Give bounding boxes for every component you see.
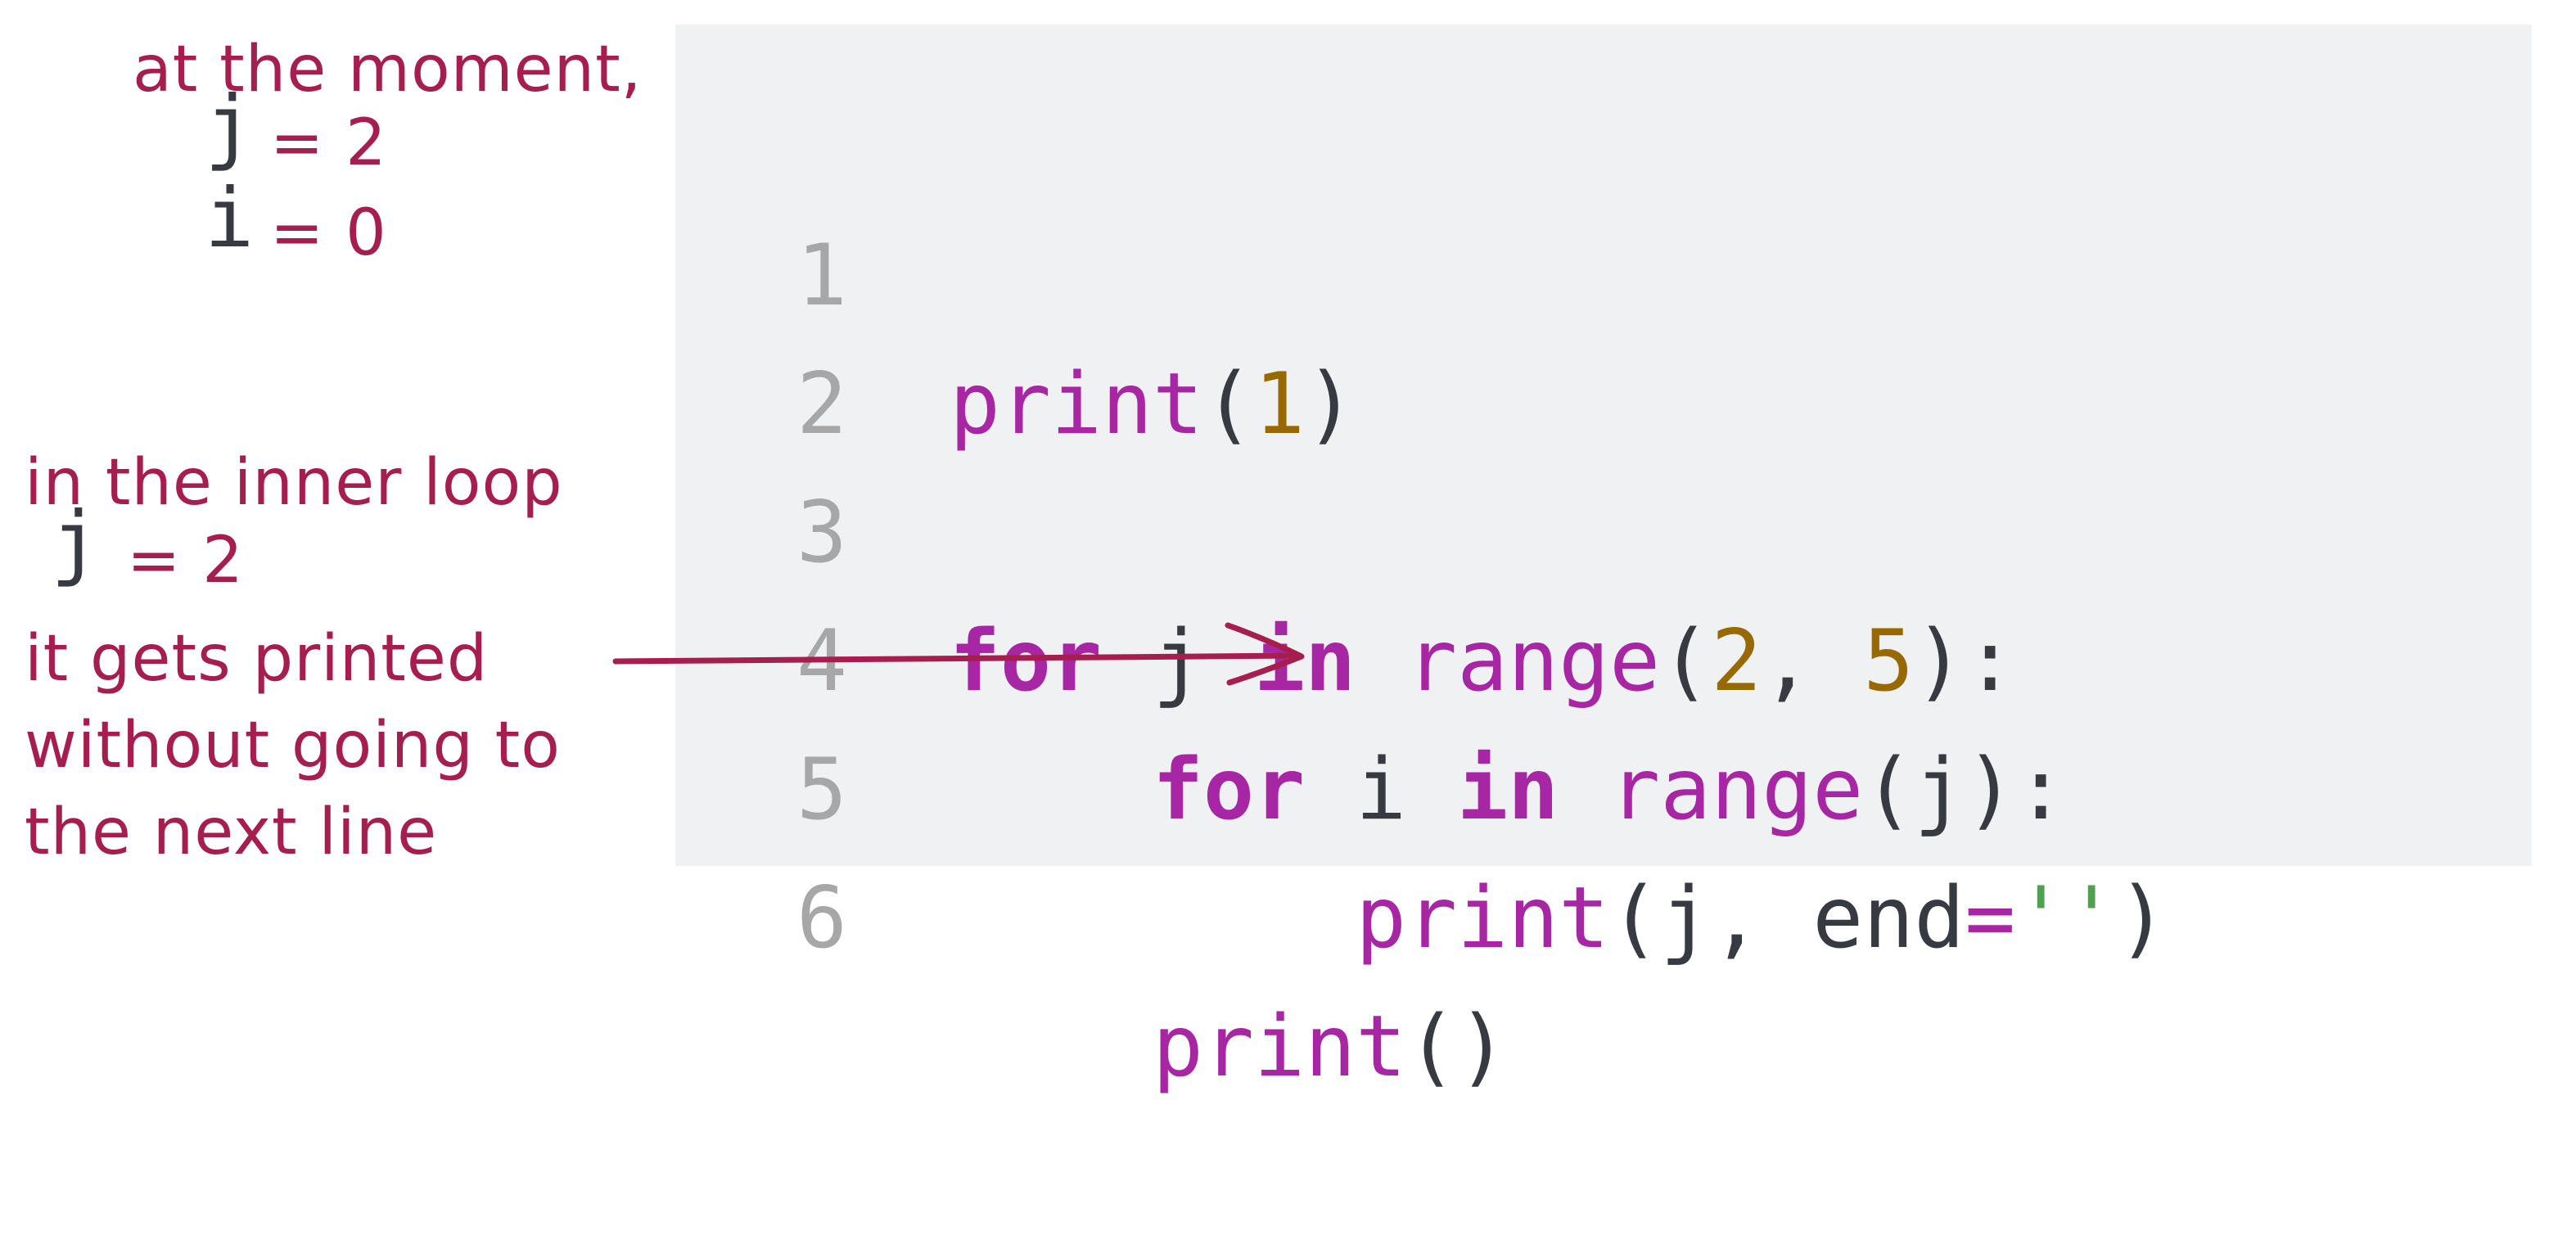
annotation-j-value: = 2 <box>270 106 387 180</box>
code-token-str: '' <box>2015 869 2118 967</box>
code-text: print(j, end='') <box>950 854 2168 983</box>
code-text: print() <box>950 983 1508 1111</box>
annotation-j-var: j <box>205 78 255 174</box>
code-line-4: 4 for i in range(j): <box>675 469 2532 839</box>
annotation-without: without going to <box>25 709 561 782</box>
code-token-fn: print <box>1153 998 1407 1096</box>
code-token-plain: ) <box>2117 869 2168 967</box>
annotation-i-value: = 0 <box>270 196 387 270</box>
code-line-5: 5 print(j, end='') <box>675 597 2532 967</box>
annotation-printed: it gets printed <box>25 622 489 696</box>
annotation-inner-loop: in the inner loop <box>25 446 563 520</box>
code-token-op: = <box>1965 869 2016 967</box>
annotation-next-line: the next line <box>25 796 438 869</box>
line-number: 6 <box>796 869 847 967</box>
annotation-i-var: i <box>205 170 255 266</box>
code-token-plain: (j, end <box>1609 869 1965 967</box>
code-line-1: 1 print(1) <box>675 83 2532 453</box>
code-token-fn: print <box>1356 869 1610 967</box>
annotation-inner-j-value: = 2 <box>127 524 244 597</box>
code-panel: 1 print(1) 2 3 for j in range(2, 5): 4 f… <box>675 25 2532 1096</box>
code-line-3: 3 for j in range(2, 5): <box>675 340 2532 710</box>
code-token-plain: () <box>1406 998 1509 1096</box>
code-line-6: 6 print() <box>675 726 2532 1096</box>
code-line-2: 2 <box>675 212 2532 453</box>
annotation-inner-j-var: j <box>51 494 101 589</box>
